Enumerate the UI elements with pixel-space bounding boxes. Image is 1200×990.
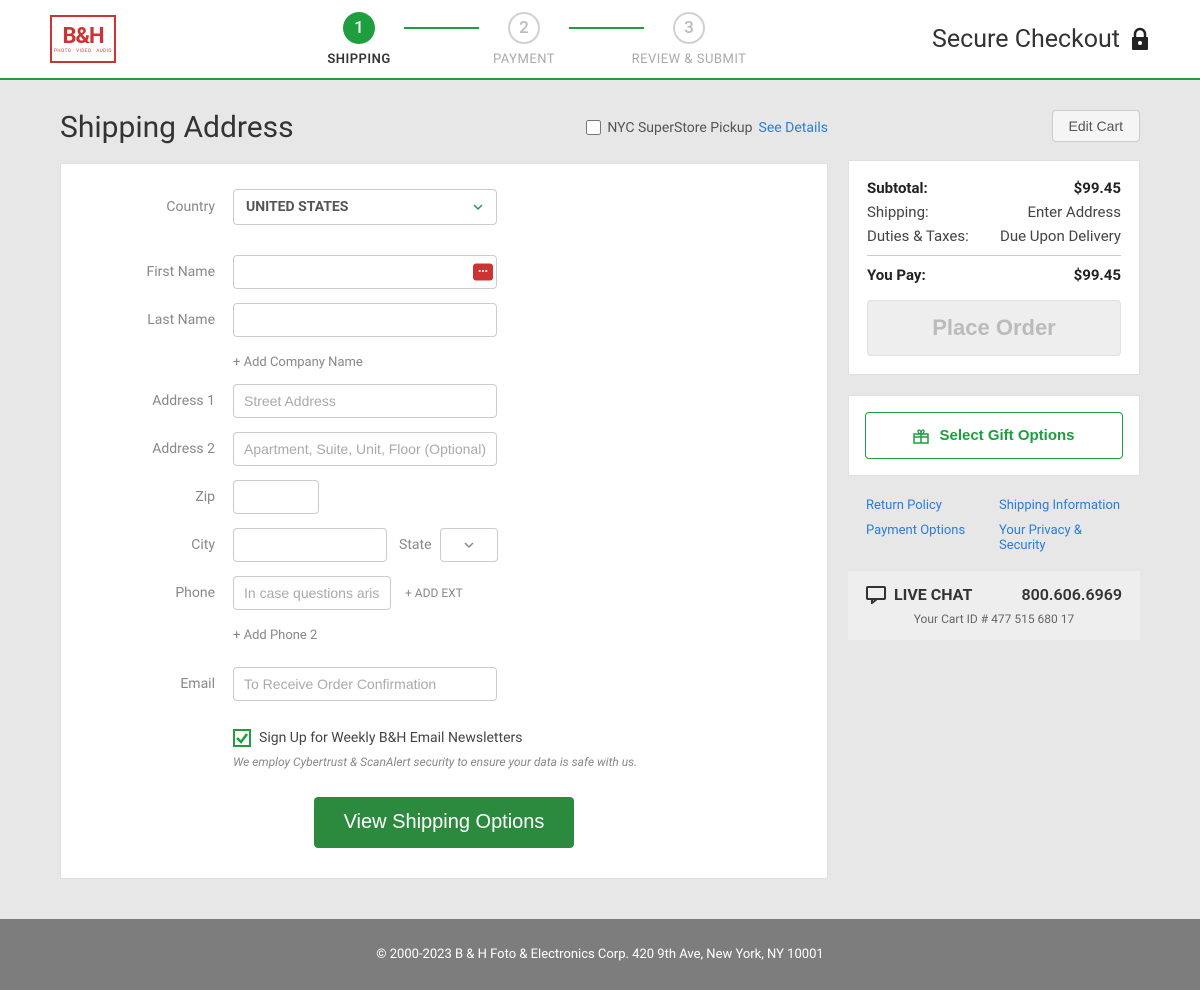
- edit-cart-button[interactable]: Edit Cart: [1052, 110, 1140, 142]
- privacy-link[interactable]: Your Privacy & Security: [999, 523, 1122, 553]
- firstname-input[interactable]: [233, 255, 497, 289]
- youpay-value: $99.45: [1074, 266, 1121, 284]
- step-label: SHIPPING: [327, 52, 390, 67]
- live-chat-button[interactable]: LIVE CHAT: [866, 585, 972, 604]
- pickup-option: NYC SuperStore Pickup See Details: [586, 120, 828, 136]
- chevron-down-icon: [463, 539, 475, 551]
- zip-input[interactable]: [233, 480, 319, 514]
- shipping-value: Enter Address: [1027, 203, 1121, 221]
- logo-subtext: PHOTO · VIDEO · AUDIO: [54, 49, 112, 54]
- phone-number: 800.606.6969: [1022, 585, 1123, 604]
- city-input[interactable]: [233, 528, 387, 562]
- pickup-label: NYC SuperStore Pickup: [607, 120, 752, 136]
- contact-card: LIVE CHAT 800.606.6969 Your Cart ID # 47…: [848, 571, 1140, 640]
- gift-options-card: Select Gift Options: [848, 395, 1140, 476]
- address1-label: Address 1: [101, 393, 233, 409]
- step-number: 2: [508, 12, 540, 44]
- logo[interactable]: B&H PHOTO · VIDEO · AUDIO: [50, 15, 116, 63]
- order-summary: Subtotal: $99.45 Shipping: Enter Address…: [848, 160, 1140, 375]
- copyright: © 2000-2023 B & H Foto & Electronics Cor…: [376, 947, 823, 962]
- secure-checkout-label: Secure Checkout: [932, 25, 1150, 54]
- view-shipping-button[interactable]: View Shipping Options: [314, 797, 575, 848]
- state-label: State: [399, 537, 432, 553]
- email-input[interactable]: [233, 667, 497, 701]
- shipping-label: Shipping:: [867, 203, 929, 221]
- step-label: REVIEW & SUBMIT: [632, 52, 747, 67]
- subtotal-value: $99.45: [1074, 179, 1121, 197]
- step-review: 3 REVIEW & SUBMIT: [629, 12, 749, 67]
- newsletter-checkbox-row[interactable]: Sign Up for Weekly B&H Email Newsletters: [233, 729, 787, 747]
- lastname-label: Last Name: [101, 312, 233, 328]
- live-chat-label: LIVE CHAT: [894, 585, 972, 604]
- place-order-button[interactable]: Place Order: [867, 300, 1121, 356]
- gift-icon: [913, 428, 929, 444]
- country-label: Country: [101, 199, 233, 215]
- step-shipping[interactable]: 1 SHIPPING: [299, 12, 419, 67]
- subtotal-label: Subtotal:: [867, 179, 928, 197]
- email-label: Email: [101, 676, 233, 692]
- phone-input[interactable]: [233, 576, 391, 610]
- country-value: UNITED STATES: [246, 199, 348, 215]
- newsletter-label: Sign Up for Weekly B&H Email Newsletters: [259, 730, 522, 746]
- phone-label: Phone: [101, 585, 233, 601]
- firstname-label: First Name: [101, 264, 233, 280]
- gift-options-button[interactable]: Select Gift Options: [865, 412, 1123, 459]
- payment-options-link[interactable]: Payment Options: [866, 523, 989, 553]
- chevron-down-icon: [472, 201, 484, 213]
- divider: [867, 255, 1121, 256]
- autofill-icon[interactable]: •••: [473, 264, 493, 281]
- step-number: 1: [343, 12, 375, 44]
- logo-text: B&H: [62, 24, 103, 49]
- gift-options-label: Select Gift Options: [939, 427, 1074, 444]
- help-links: Return Policy Shipping Information Payme…: [848, 490, 1140, 571]
- step-payment: 2 PAYMENT: [464, 12, 584, 67]
- secure-text: Secure Checkout: [932, 25, 1120, 54]
- address2-input[interactable]: [233, 432, 497, 466]
- shipping-info-link[interactable]: Shipping Information: [999, 498, 1122, 513]
- step-number: 3: [673, 12, 705, 44]
- zip-label: Zip: [101, 489, 233, 505]
- add-ext-link[interactable]: + ADD EXT: [405, 586, 463, 600]
- sidebar: Edit Cart Subtotal: $99.45 Shipping: Ent…: [848, 110, 1140, 640]
- step-label: PAYMENT: [493, 52, 555, 67]
- return-policy-link[interactable]: Return Policy: [866, 498, 989, 513]
- address2-label: Address 2: [101, 441, 233, 457]
- see-details-link[interactable]: See Details: [759, 120, 828, 136]
- checkmark-icon: [235, 731, 249, 745]
- youpay-label: You Pay:: [867, 266, 926, 284]
- address1-input[interactable]: [233, 384, 497, 418]
- city-label: City: [101, 537, 233, 553]
- checkout-steps: 1 SHIPPING 2 PAYMENT 3 REVIEW & SUBMIT: [156, 12, 892, 67]
- security-note: We employ Cybertrust & ScanAlert securit…: [233, 755, 787, 769]
- duties-label: Duties & Taxes:: [867, 227, 969, 245]
- pickup-checkbox[interactable]: [586, 120, 601, 135]
- page-title: Shipping Address: [60, 110, 294, 145]
- country-select[interactable]: UNITED STATES: [233, 189, 497, 225]
- chat-icon: [866, 586, 886, 604]
- lock-icon: [1130, 27, 1150, 51]
- lastname-input[interactable]: [233, 303, 497, 337]
- state-select[interactable]: [440, 528, 498, 562]
- duties-value: Due Upon Delivery: [1000, 227, 1121, 245]
- cart-id: Your Cart ID # 477 515 680 17: [866, 612, 1122, 626]
- add-phone2-link[interactable]: + Add Phone 2: [233, 628, 317, 643]
- header: B&H PHOTO · VIDEO · AUDIO 1 SHIPPING 2 P…: [0, 0, 1200, 80]
- shipping-form: Country UNITED STATES First Name ••• Las…: [60, 163, 828, 879]
- footer: © 2000-2023 B & H Foto & Electronics Cor…: [0, 919, 1200, 990]
- main-content: Shipping Address NYC SuperStore Pickup S…: [60, 110, 828, 879]
- add-company-link[interactable]: + Add Company Name: [233, 355, 363, 370]
- newsletter-checkbox[interactable]: [233, 729, 251, 747]
